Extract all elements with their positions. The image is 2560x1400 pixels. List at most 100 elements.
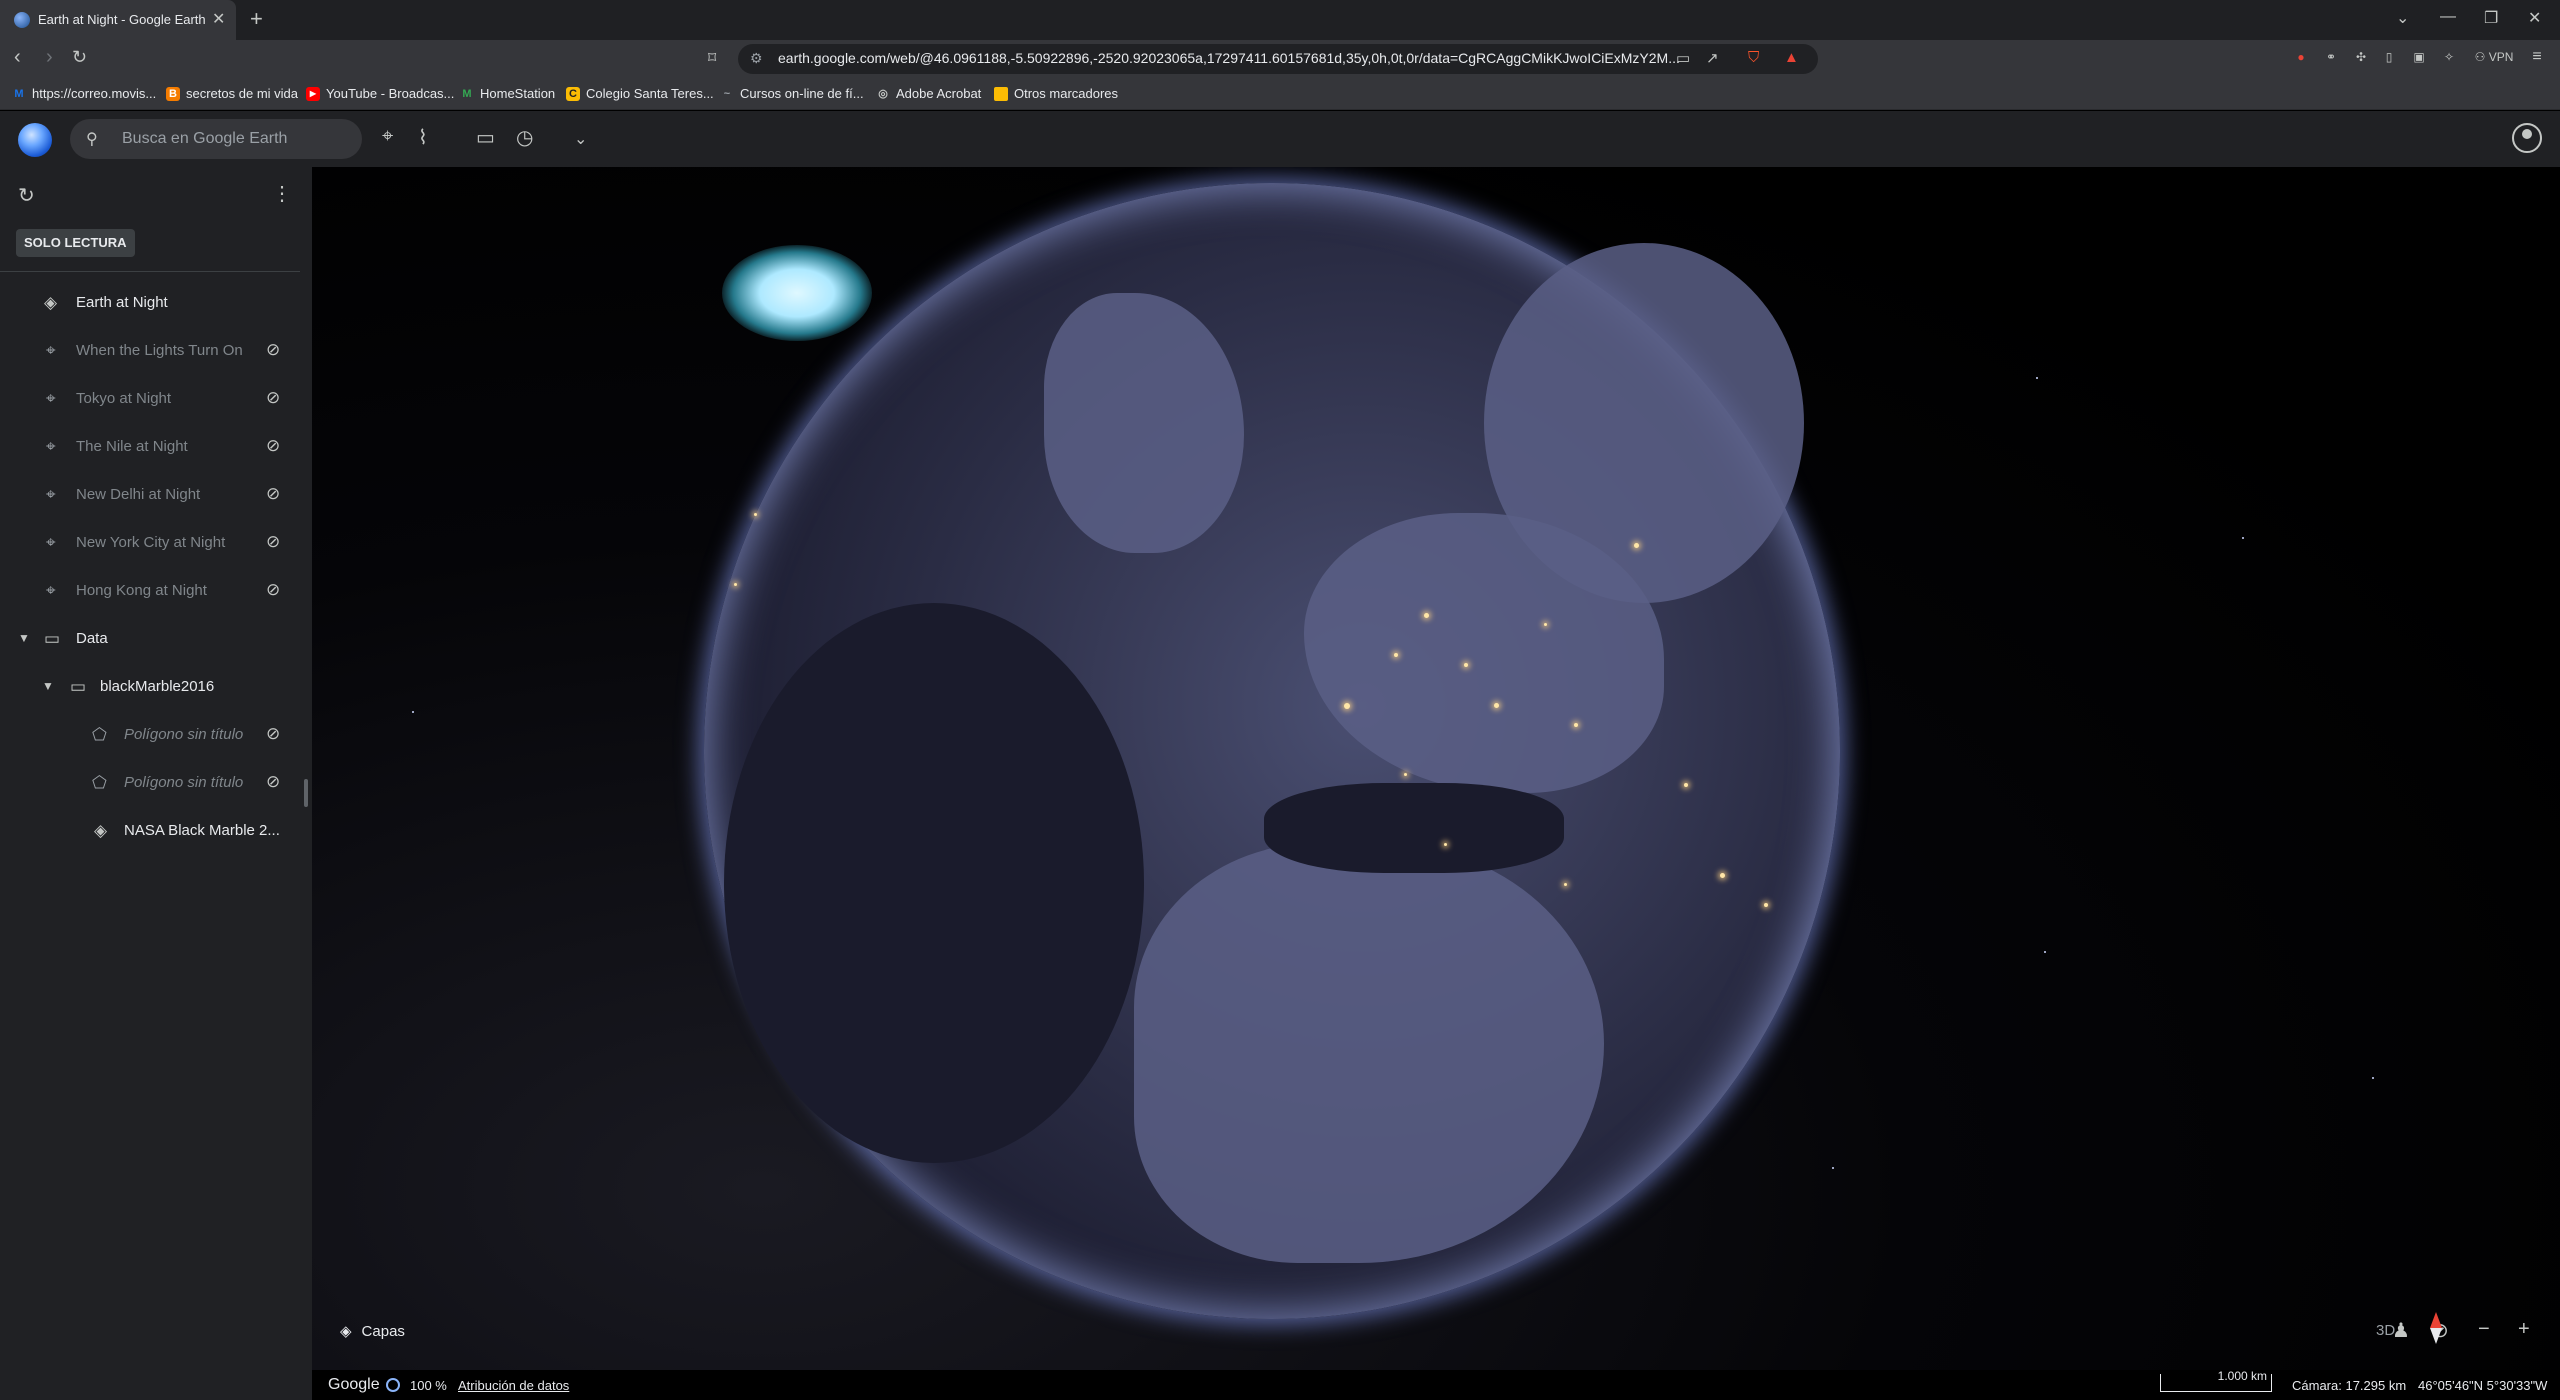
bookmark-item[interactable]: ~ Cursos on-line de fí... <box>720 86 864 101</box>
search-input[interactable] <box>122 128 342 150</box>
folder-black-marble[interactable]: ▼ ▭ blackMarble2016 <box>0 663 300 711</box>
load-percent: 100 % <box>410 1378 447 1393</box>
panel-resize-handle[interactable] <box>304 779 308 807</box>
share-icon[interactable]: ↗ <box>1706 49 1719 67</box>
bookmark-item[interactable]: Bsecretos de mi vida <box>166 86 298 101</box>
city-light <box>734 583 737 586</box>
close-window-icon[interactable]: ✕ <box>2528 8 2541 28</box>
add-placemark-icon[interactable]: ⌖ <box>382 125 393 148</box>
bookmark-item[interactable]: M HomeStation <box>460 86 555 101</box>
star <box>412 711 414 713</box>
compass-icon[interactable] <box>2430 1312 2442 1344</box>
zoom-in-icon[interactable]: + <box>2518 1318 2530 1341</box>
minimize-icon[interactable]: — <box>2440 8 2456 26</box>
city-light <box>1564 883 1567 886</box>
measure-ruler-icon[interactable]: ▭ <box>476 125 495 150</box>
visibility-off-icon[interactable]: ⊘ <box>266 724 280 744</box>
bookmark-label: secretos de mi vida <box>186 86 298 101</box>
place-item[interactable]: ⌖ New York City at Night ⊘ <box>0 519 300 567</box>
draw-path-icon[interactable]: ⌇ <box>418 125 428 150</box>
more-tools-chevron-icon[interactable]: ⌄ <box>574 129 587 149</box>
vpn-button[interactable]: ⚇ VPN <box>2474 48 2514 66</box>
browser-toolbar: ‹ › ↻ ⌑ ⚙ earth.google.com/web/@46.09611… <box>0 40 2560 78</box>
more-options-icon[interactable]: ⋮ <box>272 181 292 206</box>
layers-icon: ◈ <box>340 1323 352 1340</box>
expand-arrow-icon[interactable]: ▼ <box>18 631 30 645</box>
place-item[interactable]: ⌖ Tokyo at Night ⊘ <box>0 375 300 423</box>
place-item[interactable]: ⌖ When the Lights Turn On ⊘ <box>0 327 300 375</box>
place-item[interactable]: ⌖ The Nile at Night ⊘ <box>0 423 300 471</box>
layers-label: Capas <box>361 1322 405 1340</box>
visibility-off-icon[interactable]: ⊘ <box>266 340 280 360</box>
polygon-item[interactable]: ⬠ Polígono sin título ⊘ <box>0 759 300 807</box>
search-box[interactable]: ⚲ <box>70 119 362 159</box>
bookmark-folder[interactable]: Otros marcadores <box>994 86 1118 101</box>
brave-rewards-icon[interactable]: ▲ <box>1784 49 1799 66</box>
visibility-off-icon[interactable]: ⊘ <box>266 484 280 504</box>
folder-icon: ▭ <box>44 629 61 648</box>
bookmark-item[interactable]: C Colegio Santa Teres... <box>566 86 714 101</box>
sidebar-icon[interactable]: ▯ <box>2380 48 2398 66</box>
data-attribution-link[interactable]: Atribución de datos <box>458 1378 569 1393</box>
project-title-row[interactable]: ◈ Earth at Night <box>0 279 300 327</box>
placemark-icon: ⌖ <box>46 341 56 360</box>
bookmarks-bar: Mhttps://correo.movis... Bsecretos de mi… <box>0 78 2560 110</box>
place-item[interactable]: ⌖ Hong Kong at Night ⊘ <box>0 567 300 615</box>
account-avatar-icon[interactable] <box>2512 123 2542 153</box>
zoom-out-icon[interactable]: − <box>2478 1318 2490 1341</box>
historical-imagery-icon[interactable]: ◷ <box>516 125 533 150</box>
visibility-off-icon[interactable]: ⊘ <box>266 388 280 408</box>
city-light <box>1764 903 1768 907</box>
leo-ai-icon[interactable]: ✧ <box>2440 48 2458 66</box>
visibility-off-icon[interactable]: ⊘ <box>266 580 280 600</box>
view-3d-toggle[interactable]: 3D <box>2376 1322 2395 1339</box>
star <box>2036 377 2038 379</box>
cast-icon[interactable]: ▭ <box>1676 49 1690 67</box>
new-tab-icon[interactable]: + <box>250 6 263 32</box>
site-info-icon[interactable]: ⚙ <box>750 50 763 67</box>
bookmark-page-icon[interactable]: ⌑ <box>708 48 716 68</box>
address-bar[interactable]: ⚙ earth.google.com/web/@46.0961188,-5.50… <box>738 44 1818 74</box>
polygon-item[interactable]: ⬠ Polígono sin título ⊘ <box>0 711 300 759</box>
brave-shields-icon[interactable]: ⛉ <box>1748 49 1759 66</box>
restore-icon[interactable]: ❐ <box>2484 8 2498 28</box>
extension-icon[interactable]: ⚭ <box>2322 48 2340 66</box>
asia-landmass <box>1484 243 1804 603</box>
placemark-icon: ⌖ <box>46 437 56 456</box>
tab-search-chevron-icon[interactable]: ⌄ <box>2396 8 2409 28</box>
scale-bar[interactable]: 1.000 km <box>2160 1370 2272 1392</box>
google-earth-logo-icon[interactable] <box>18 123 52 157</box>
layer-item-nasa[interactable]: ◈ NASA Black Marble 2... <box>0 807 300 855</box>
browser-menu-icon[interactable]: ≡ <box>2528 48 2546 66</box>
url-text[interactable]: earth.google.com/web/@46.0961188,-5.5092… <box>778 50 1680 66</box>
earth-globe[interactable] <box>704 183 1840 1319</box>
bookmark-item[interactable]: Mhttps://correo.movis... <box>12 86 156 101</box>
polygon-label: Polígono sin título <box>124 774 244 791</box>
refresh-icon[interactable]: ↻ <box>18 183 35 208</box>
visibility-off-icon[interactable]: ⊘ <box>266 436 280 456</box>
layers-button[interactable]: ◈ Capas <box>340 1322 405 1341</box>
bookmark-item[interactable]: ▶ YouTube - Broadcas... <box>306 86 454 101</box>
expand-arrow-icon[interactable]: ▼ <box>42 679 54 693</box>
bookmark-label: Colegio Santa Teres... <box>586 86 714 101</box>
placemark-icon: ⌖ <box>46 533 56 552</box>
visibility-off-icon[interactable]: ⊘ <box>266 772 280 792</box>
bookmark-item[interactable]: ◎ Adobe Acrobat <box>876 86 981 101</box>
place-item[interactable]: ⌖ New Delhi at Night ⊘ <box>0 471 300 519</box>
read-only-badge: SOLO LECTURA <box>16 229 135 257</box>
star <box>2242 537 2244 539</box>
project-panel: ↻ ⋮ SOLO LECTURA ◈ Earth at Night ⌖ When… <box>0 167 325 1400</box>
forward-icon[interactable]: › <box>46 46 53 69</box>
bookmark-label: HomeStation <box>480 86 556 101</box>
extensions-puzzle-icon[interactable]: ✣ <box>2352 48 2370 66</box>
school-icon: C <box>566 86 580 101</box>
globe-view[interactable]: ◈ Capas ♟ ⊘ 3D − + <box>312 167 2560 1370</box>
extension-icon[interactable]: ● <box>2292 48 2310 66</box>
back-icon[interactable]: ‹ <box>14 46 21 69</box>
visibility-off-icon[interactable]: ⊘ <box>266 532 280 552</box>
folder-data[interactable]: ▼ ▭ Data <box>0 615 300 663</box>
browser-tab-active[interactable]: Earth at Night - Google Earth ✕ <box>0 0 236 40</box>
close-tab-icon[interactable]: ✕ <box>212 9 225 29</box>
wallet-icon[interactable]: ▣ <box>2410 48 2428 66</box>
reload-icon[interactable]: ↻ <box>72 47 87 68</box>
